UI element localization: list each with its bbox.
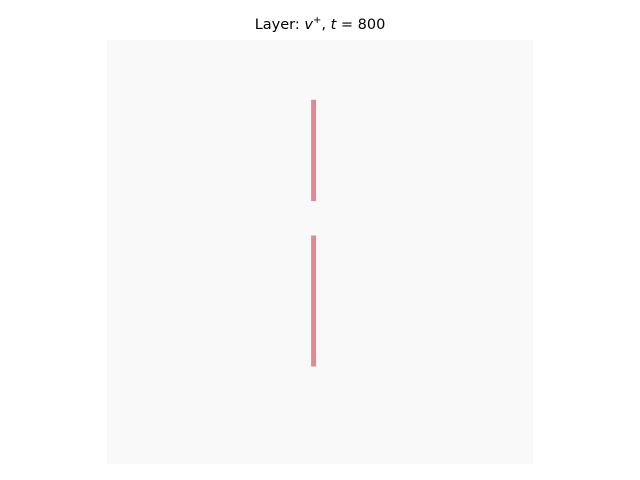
heatmap-plot [107, 40, 533, 464]
lower-segment [311, 235, 317, 367]
plot-area [107, 40, 533, 464]
upper-segment [311, 99, 317, 202]
